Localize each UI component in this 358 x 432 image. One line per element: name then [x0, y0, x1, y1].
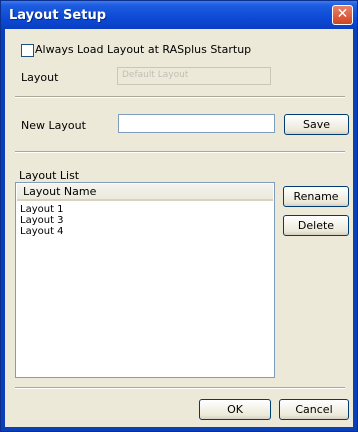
ok-button[interactable]: OK	[199, 399, 271, 420]
window-title: Layout Setup	[9, 8, 107, 23]
layout-select: Default Layout	[117, 67, 271, 85]
layout-select-value: Default Layout	[122, 70, 189, 80]
separator-1	[15, 96, 345, 98]
dialog-body: Always Load Layout at RASplus Startup La…	[5, 29, 353, 427]
layout-setup-dialog: Layout Setup ✕ Always Load Layout at RAS…	[0, 0, 358, 432]
new-layout-input[interactable]	[118, 114, 275, 133]
new-layout-label: New Layout	[21, 119, 86, 132]
always-load-checkbox[interactable]	[21, 44, 34, 57]
list-item[interactable]: Layout 3	[20, 215, 64, 226]
delete-button[interactable]: Delete	[283, 215, 349, 236]
separator-2	[15, 151, 345, 153]
title-bar[interactable]: Layout Setup ✕	[1, 1, 357, 29]
layout-list-label: Layout List	[19, 169, 80, 182]
close-icon: ✕	[336, 6, 349, 22]
list-item[interactable]: Layout 1	[20, 204, 64, 215]
column-header-layout-name[interactable]: Layout Name	[17, 184, 273, 201]
layout-items: Layout 1 Layout 3 Layout 4	[20, 204, 64, 237]
column-header-label: Layout Name	[23, 185, 97, 198]
layout-listbox[interactable]: Layout Name Layout 1 Layout 3 Layout 4	[15, 182, 275, 378]
cancel-button[interactable]: Cancel	[279, 399, 349, 420]
rename-button[interactable]: Rename	[283, 186, 349, 207]
close-button[interactable]: ✕	[332, 5, 353, 25]
separator-3	[15, 387, 345, 389]
list-item[interactable]: Layout 4	[20, 226, 64, 237]
always-load-label[interactable]: Always Load Layout at RASplus Startup	[35, 43, 251, 56]
layout-label: Layout	[21, 71, 59, 84]
save-button[interactable]: Save	[284, 114, 349, 135]
